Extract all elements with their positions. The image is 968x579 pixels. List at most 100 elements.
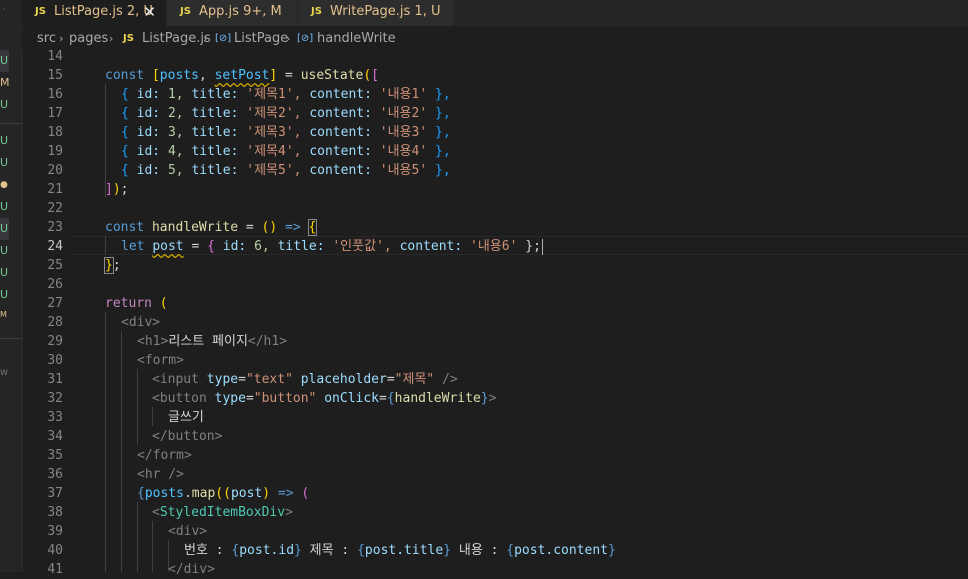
code-line: { id: 5, title: '제목5', content: '내용5' }, [121, 163, 451, 178]
code-line: const [posts, setPost] = useState([ [105, 68, 379, 83]
indent-guide [152, 521, 153, 572]
sidebar-mark: · [2, 5, 6, 16]
line-number: 23 [47, 220, 63, 235]
editor-tab-bar: JS ListPage.js 2, U ✕ JS App.js 9+, M JS… [22, 0, 968, 26]
code-line: </form> [137, 448, 192, 463]
sidebar-status-mark[interactable]: U [0, 54, 14, 68]
line-number: 25 [47, 258, 63, 273]
sidebar-status-mark[interactable]: U [0, 200, 14, 214]
code-line: { id: 2, title: '제목2', content: '내용2' }, [121, 106, 451, 121]
line-number: 30 [47, 353, 63, 368]
code-line: <StyledItemBoxDiv> [152, 505, 293, 520]
sidebar-status-mark[interactable]: U [0, 222, 14, 236]
indent-guide [105, 236, 106, 255]
sidebar-status-mark[interactable]: w [0, 366, 14, 380]
breadcrumb-function[interactable]: handleWrite [317, 28, 396, 50]
code-line-current: let post = { id: 6, title: '인풋값', conten… [121, 238, 543, 255]
js-file-icon: JS [180, 6, 191, 17]
code-line: <hr /> [137, 467, 184, 482]
text-cursor [541, 238, 543, 255]
sidebar-divider [0, 123, 22, 124]
line-number: 22 [47, 201, 63, 216]
close-icon[interactable]: ✕ [143, 0, 156, 24]
line-number: 40 [47, 543, 63, 558]
chevron-right-icon: › [109, 32, 114, 45]
tab-label: ListPage.js 2, U [54, 4, 153, 19]
sidebar-status-mark[interactable]: U [0, 156, 14, 170]
explorer-sidebar: · U M U U U ● U U U U U M w [0, 0, 23, 572]
tab-label: App.js 9+, M [199, 4, 282, 19]
line-number: 34 [47, 429, 63, 444]
code-line: { id: 4, title: '제목4', content: '내용4' }, [121, 144, 451, 159]
code-line: {posts.map((post) => ( [137, 486, 310, 501]
sidebar-status-mark[interactable]: U [0, 134, 14, 148]
indent-guide [137, 502, 138, 572]
line-number: 27 [47, 296, 63, 311]
code-line: </button> [152, 429, 223, 444]
line-number: 37 [47, 486, 63, 501]
breadcrumb: src › pages › JS ListPage.js › [⊘] ListP… [22, 28, 968, 50]
indent-guide [137, 369, 138, 445]
sidebar-status-mark[interactable]: M [0, 76, 14, 90]
code-line: <input type="text" placeholder="제목" /> [152, 372, 458, 387]
line-number: 39 [47, 524, 63, 539]
symbol-variable-icon: [⊘] [215, 33, 232, 44]
indent-guide [105, 312, 106, 572]
indent-guide [152, 407, 153, 426]
code-line: </div> [168, 562, 215, 577]
sidebar-status-mark[interactable]: U [0, 244, 14, 258]
line-number: 20 [47, 163, 63, 178]
breadcrumb-component[interactable]: ListPage [234, 28, 288, 50]
code-line: { id: 1, title: '제목1', content: '내용1' }, [121, 87, 451, 102]
line-number: 35 [47, 448, 63, 463]
line-number: 36 [47, 467, 63, 482]
tab-writepage[interactable]: JS WritePage.js 1, U [298, 0, 454, 26]
js-file-icon: JS [311, 6, 322, 17]
code-line: <div> [168, 524, 208, 539]
line-number: 33 [47, 410, 63, 425]
line-number: 28 [47, 315, 63, 330]
code-line: <form> [137, 353, 184, 368]
line-number: 18 [47, 125, 63, 140]
sidebar-status-mark[interactable]: U [0, 288, 14, 302]
code-line: <div> [121, 315, 161, 330]
code-line: return ( [105, 296, 168, 311]
code-line: const handleWrite = () => { [105, 219, 318, 236]
chevron-right-icon: › [286, 32, 291, 45]
line-number: 41 [47, 562, 63, 577]
sidebar-status-mark[interactable]: M [0, 308, 14, 322]
breadcrumb-file[interactable]: ListPage.js [142, 28, 211, 50]
line-number: 16 [47, 87, 63, 102]
line-number: 26 [47, 277, 63, 292]
indent-guide [121, 331, 122, 572]
code-editor[interactable]: 14 15 16 17 18 19 20 21 22 23 24 25 26 2… [22, 49, 968, 577]
js-file-icon: JS [35, 6, 46, 17]
code-line: ]); [105, 182, 129, 197]
sidebar-divider [0, 338, 22, 339]
code-line: 글쓰기 [168, 410, 204, 425]
line-number: 32 [47, 391, 63, 406]
line-number: 17 [47, 106, 63, 121]
sidebar-status-mark[interactable]: U [0, 98, 14, 112]
code-line: 번호 : {post.id} 제목 : {post.title} 내용 : {p… [184, 543, 616, 558]
line-number: 29 [47, 334, 63, 349]
line-number: 14 [47, 49, 63, 64]
symbol-variable-icon: [⊘] [297, 33, 314, 44]
sidebar-status-mark[interactable]: ● [0, 178, 14, 192]
line-number: 15 [47, 68, 63, 83]
line-number: 21 [47, 182, 63, 197]
line-number: 19 [47, 144, 63, 159]
line-number-current: 24 [47, 239, 63, 254]
tab-label: WritePage.js 1, U [330, 4, 441, 19]
line-number: 38 [47, 505, 63, 520]
chevron-right-icon: › [203, 32, 208, 45]
code-line: <h1>리스트 페이지</h1> [137, 334, 288, 349]
sidebar-status-mark[interactable]: U [0, 266, 14, 280]
tab-app[interactable]: JS App.js 9+, M [167, 0, 298, 26]
code-line: { id: 3, title: '제목3', content: '내용3' }, [121, 125, 451, 140]
line-number: 31 [47, 372, 63, 387]
tab-listpage[interactable]: JS ListPage.js 2, U ✕ [22, 0, 167, 26]
breadcrumb-pages[interactable]: pages [69, 28, 108, 50]
code-line: <button type="button" onClick={handleWri… [152, 391, 497, 406]
code-line: }; [104, 257, 121, 274]
